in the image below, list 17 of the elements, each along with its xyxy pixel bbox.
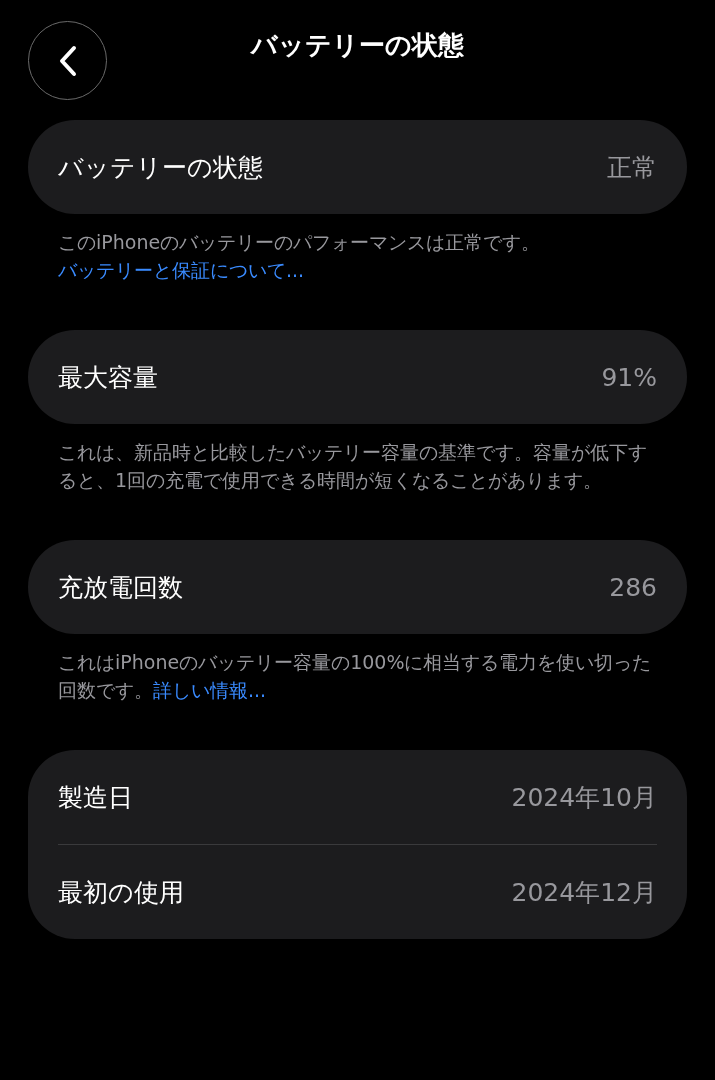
info-link[interactable]: 詳しい情報... <box>153 679 267 701</box>
footer-note: このiPhoneのバッテリーのパフォーマンスは正常です。 バッテリーと保証について... <box>57 230 542 283</box>
row-label: 製造日 <box>58 781 133 814</box>
info-link[interactable]: バッテリーと保証について... <box>58 259 305 281</box>
row-value: 2024年12月 <box>511 876 657 909</box>
footer-note: これはiPhoneのバッテリー容量の100%に相当する電力を使い切った回数です。詳しい情報... <box>57 650 653 703</box>
row-value: 2024年10月 <box>511 781 657 814</box>
chevron-left-icon <box>57 44 78 77</box>
row-label: 最大容量 <box>58 361 158 394</box>
row-label: 充放電回数 <box>58 571 183 604</box>
row-label: 最初の使用 <box>58 876 184 909</box>
row-value: 正常 <box>607 151 657 184</box>
row-value: 286 <box>609 572 657 602</box>
row-label: バッテリーの状態 <box>58 151 263 184</box>
row-value: 91% <box>601 362 657 392</box>
footer-note: これは、新品時と比較したバッテリー容量の基準です。容量が低下すると、1回の充電で使用できる時間が短くなることがあります。 <box>57 440 648 493</box>
page-title: バッテリーの状態 <box>251 28 464 62</box>
